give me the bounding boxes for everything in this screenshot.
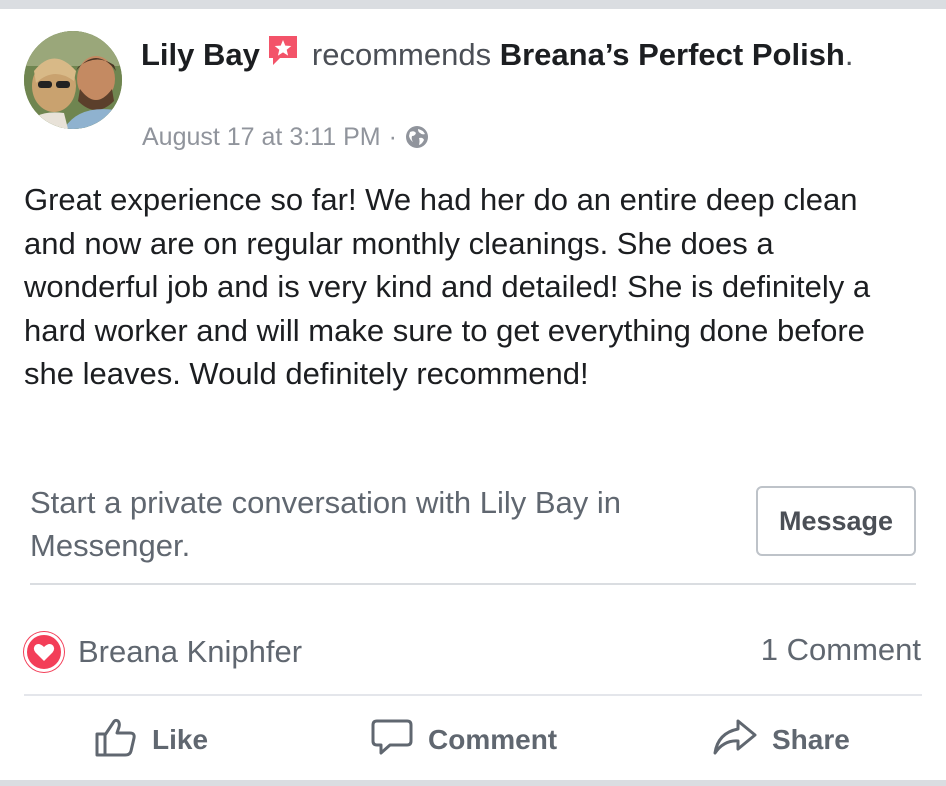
comment-button[interactable]: Comment	[370, 712, 557, 768]
messenger-prompt: Start a private conversation with Lily B…	[30, 485, 621, 563]
comment-icon	[370, 717, 428, 764]
like-button[interactable]: Like	[94, 712, 208, 768]
comment-count[interactable]: 1 Comment	[761, 632, 921, 668]
header-period: .	[844, 37, 854, 72]
post-body: Great experience so far! We had her do a…	[24, 182, 871, 391]
reaction-summary[interactable]: Breana Kniphfer	[24, 632, 302, 672]
globe-icon	[405, 125, 429, 149]
top-border	[0, 0, 946, 9]
recommend-icon	[266, 33, 300, 77]
timestamp[interactable]: August 17 at 3:11 PM	[142, 121, 381, 153]
reactor-name: Breana Kniphfer	[78, 634, 303, 669]
post-meta: August 17 at 3:11 PM ·	[142, 121, 429, 153]
like-label: Like	[152, 724, 209, 755]
avatar[interactable]	[24, 31, 122, 129]
divider	[30, 583, 916, 585]
share-icon	[712, 717, 772, 764]
share-label: Share	[772, 724, 850, 755]
like-icon	[94, 717, 152, 764]
message-button[interactable]: Message	[756, 486, 916, 556]
comment-label: Comment	[428, 724, 558, 755]
divider	[24, 694, 922, 696]
heart-icon	[24, 632, 64, 672]
meta-separator: ·	[388, 123, 397, 151]
recommends-verb: recommends	[311, 37, 492, 72]
page-name-link[interactable]: Breana’s Perfect Polish	[500, 37, 845, 72]
post-header: Lily Bay recommends Breana’s Perfect Poli…	[141, 33, 901, 77]
author-name[interactable]: Lily Bay	[141, 37, 260, 72]
share-button[interactable]: Share	[712, 712, 850, 768]
bottom-border	[0, 780, 946, 786]
